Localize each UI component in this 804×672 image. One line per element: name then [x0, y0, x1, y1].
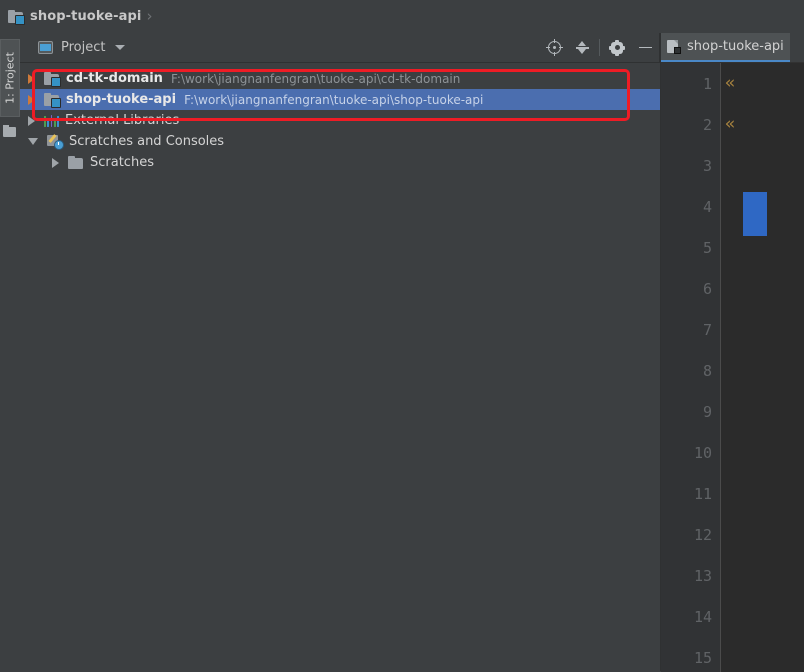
- collapse-all-icon: [575, 40, 590, 55]
- line-number: 11: [693, 485, 712, 503]
- line-number: 1: [702, 75, 712, 93]
- module-folder-icon: [8, 9, 25, 25]
- tree-row-label: Scratches: [90, 155, 154, 170]
- module-folder-icon: [44, 71, 61, 87]
- line-number: 5: [702, 239, 712, 257]
- project-tool-window: Project cd-tk-domain F:\work\jiangnanfen…: [20, 33, 660, 671]
- tree-row-label: cd-tk-domain: [66, 71, 163, 86]
- project-view-icon: [38, 41, 53, 54]
- project-panel-title: Project: [61, 40, 106, 55]
- editor-gutter[interactable]: 1 2 3 4 5 6 7 8 9 10 11 12 13 14 15: [661, 63, 721, 672]
- line-number: 2: [702, 116, 712, 134]
- tree-row-external-libraries[interactable]: External Libraries: [20, 110, 660, 131]
- scroll-from-source-button[interactable]: [540, 33, 568, 62]
- chevron-right-icon[interactable]: [28, 73, 35, 84]
- hide-button[interactable]: [631, 33, 659, 62]
- line-number: 4: [702, 198, 712, 216]
- line-number: 3: [702, 157, 712, 175]
- project-tree: cd-tk-domain F:\work\jiangnanfengran\tuok…: [20, 63, 660, 173]
- editor-body[interactable]: 1 2 3 4 5 6 7 8 9 10 11 12 13 14 15 ««: [661, 63, 804, 672]
- tree-row-scratches[interactable]: Scratches: [20, 152, 660, 173]
- chevron-right-icon[interactable]: [28, 94, 35, 105]
- fold-marker-icon[interactable]: «: [725, 115, 735, 133]
- project-view-selector[interactable]: Project: [20, 40, 126, 55]
- editor-tab-shop-tuoke-api[interactable]: shop-tuoke-api: [661, 33, 790, 62]
- structure-folder-icon[interactable]: [3, 125, 17, 138]
- external-libraries-icon: [44, 114, 59, 127]
- module-folder-icon: [44, 92, 61, 108]
- tree-row-path: F:\work\jiangnanfengran\tuoke-api\shop-t…: [184, 92, 484, 107]
- project-panel-toolbar: [540, 33, 660, 62]
- line-number: 8: [702, 362, 712, 380]
- tree-row-label: External Libraries: [65, 113, 180, 128]
- fold-marker-icon[interactable]: «: [725, 74, 735, 92]
- tree-row-path: F:\work\jiangnanfengran\tuoke-api\cd-tk-…: [170, 71, 461, 86]
- editor-selection-marker: [743, 192, 767, 236]
- line-number: 7: [702, 321, 712, 339]
- left-tool-strip: 1: Project: [0, 33, 21, 671]
- chevron-right-icon[interactable]: [52, 157, 59, 168]
- settings-button[interactable]: [603, 33, 631, 62]
- tool-window-tab-project-label: 1: Project: [3, 52, 17, 104]
- editor-fold-column[interactable]: ««: [721, 63, 743, 672]
- line-number: 13: [693, 567, 712, 585]
- line-number: 9: [702, 403, 712, 421]
- tree-row-label: shop-tuoke-api: [66, 92, 177, 107]
- editor-tab-label: shop-tuoke-api: [687, 39, 784, 54]
- tool-window-tab-project[interactable]: 1: Project: [0, 39, 20, 117]
- collapse-all-button[interactable]: [568, 33, 596, 62]
- editor-code-area[interactable]: [743, 63, 804, 672]
- line-number: 12: [693, 526, 712, 544]
- scratches-consoles-icon: [47, 133, 64, 150]
- titlebar: shop-tuoke-api ›: [0, 0, 804, 33]
- project-panel-header: Project: [20, 33, 660, 63]
- gear-icon: [609, 39, 625, 56]
- line-number: 15: [693, 649, 712, 667]
- toolbar-divider: [599, 39, 600, 56]
- minus-icon: [638, 46, 652, 49]
- line-number: 14: [693, 608, 712, 626]
- tree-row-scratches-and-consoles[interactable]: Scratches and Consoles: [20, 131, 660, 152]
- folder-icon: [68, 156, 84, 169]
- editor-area: shop-tuoke-api 1 2 3 4 5 6 7 8 9 10 11 12 13 14 15 ««: [660, 33, 804, 672]
- line-number: 10: [693, 444, 712, 462]
- tree-row-cd-tk-domain[interactable]: cd-tk-domain F:\work\jiangnanfengran\tuok…: [20, 68, 660, 89]
- target-icon: [545, 39, 563, 56]
- breadcrumb-separator-icon: ›: [146, 7, 153, 25]
- editor-tab-bar: shop-tuoke-api: [661, 33, 804, 63]
- file-icon: [667, 39, 681, 54]
- breadcrumb-project[interactable]: shop-tuoke-api: [8, 0, 141, 33]
- line-number: 6: [702, 280, 712, 298]
- tree-row-label: Scratches and Consoles: [69, 134, 225, 149]
- breadcrumb-project-label: shop-tuoke-api: [30, 9, 142, 24]
- chevron-down-icon[interactable]: [115, 45, 126, 50]
- chevron-right-icon[interactable]: [28, 115, 35, 126]
- chevron-down-icon[interactable]: [28, 138, 38, 145]
- tree-row-shop-tuoke-api[interactable]: shop-tuoke-api F:\work\jiangnanfengran\tu…: [20, 89, 660, 110]
